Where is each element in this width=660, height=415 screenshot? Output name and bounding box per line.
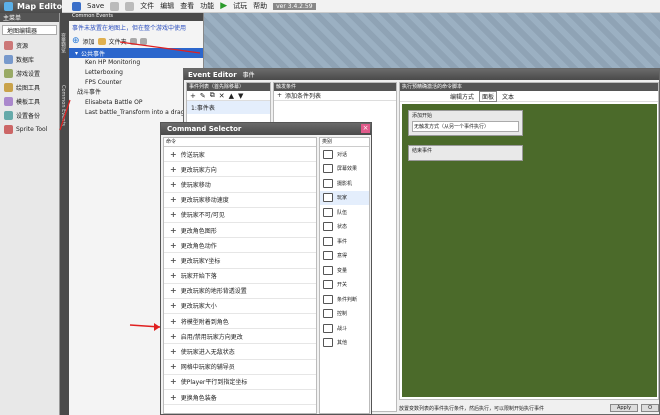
annotation-layer [59,41,201,331]
annotation-arrow [119,41,201,54]
annotation-arrowhead [154,323,160,331]
annotation-arrow [59,99,71,131]
